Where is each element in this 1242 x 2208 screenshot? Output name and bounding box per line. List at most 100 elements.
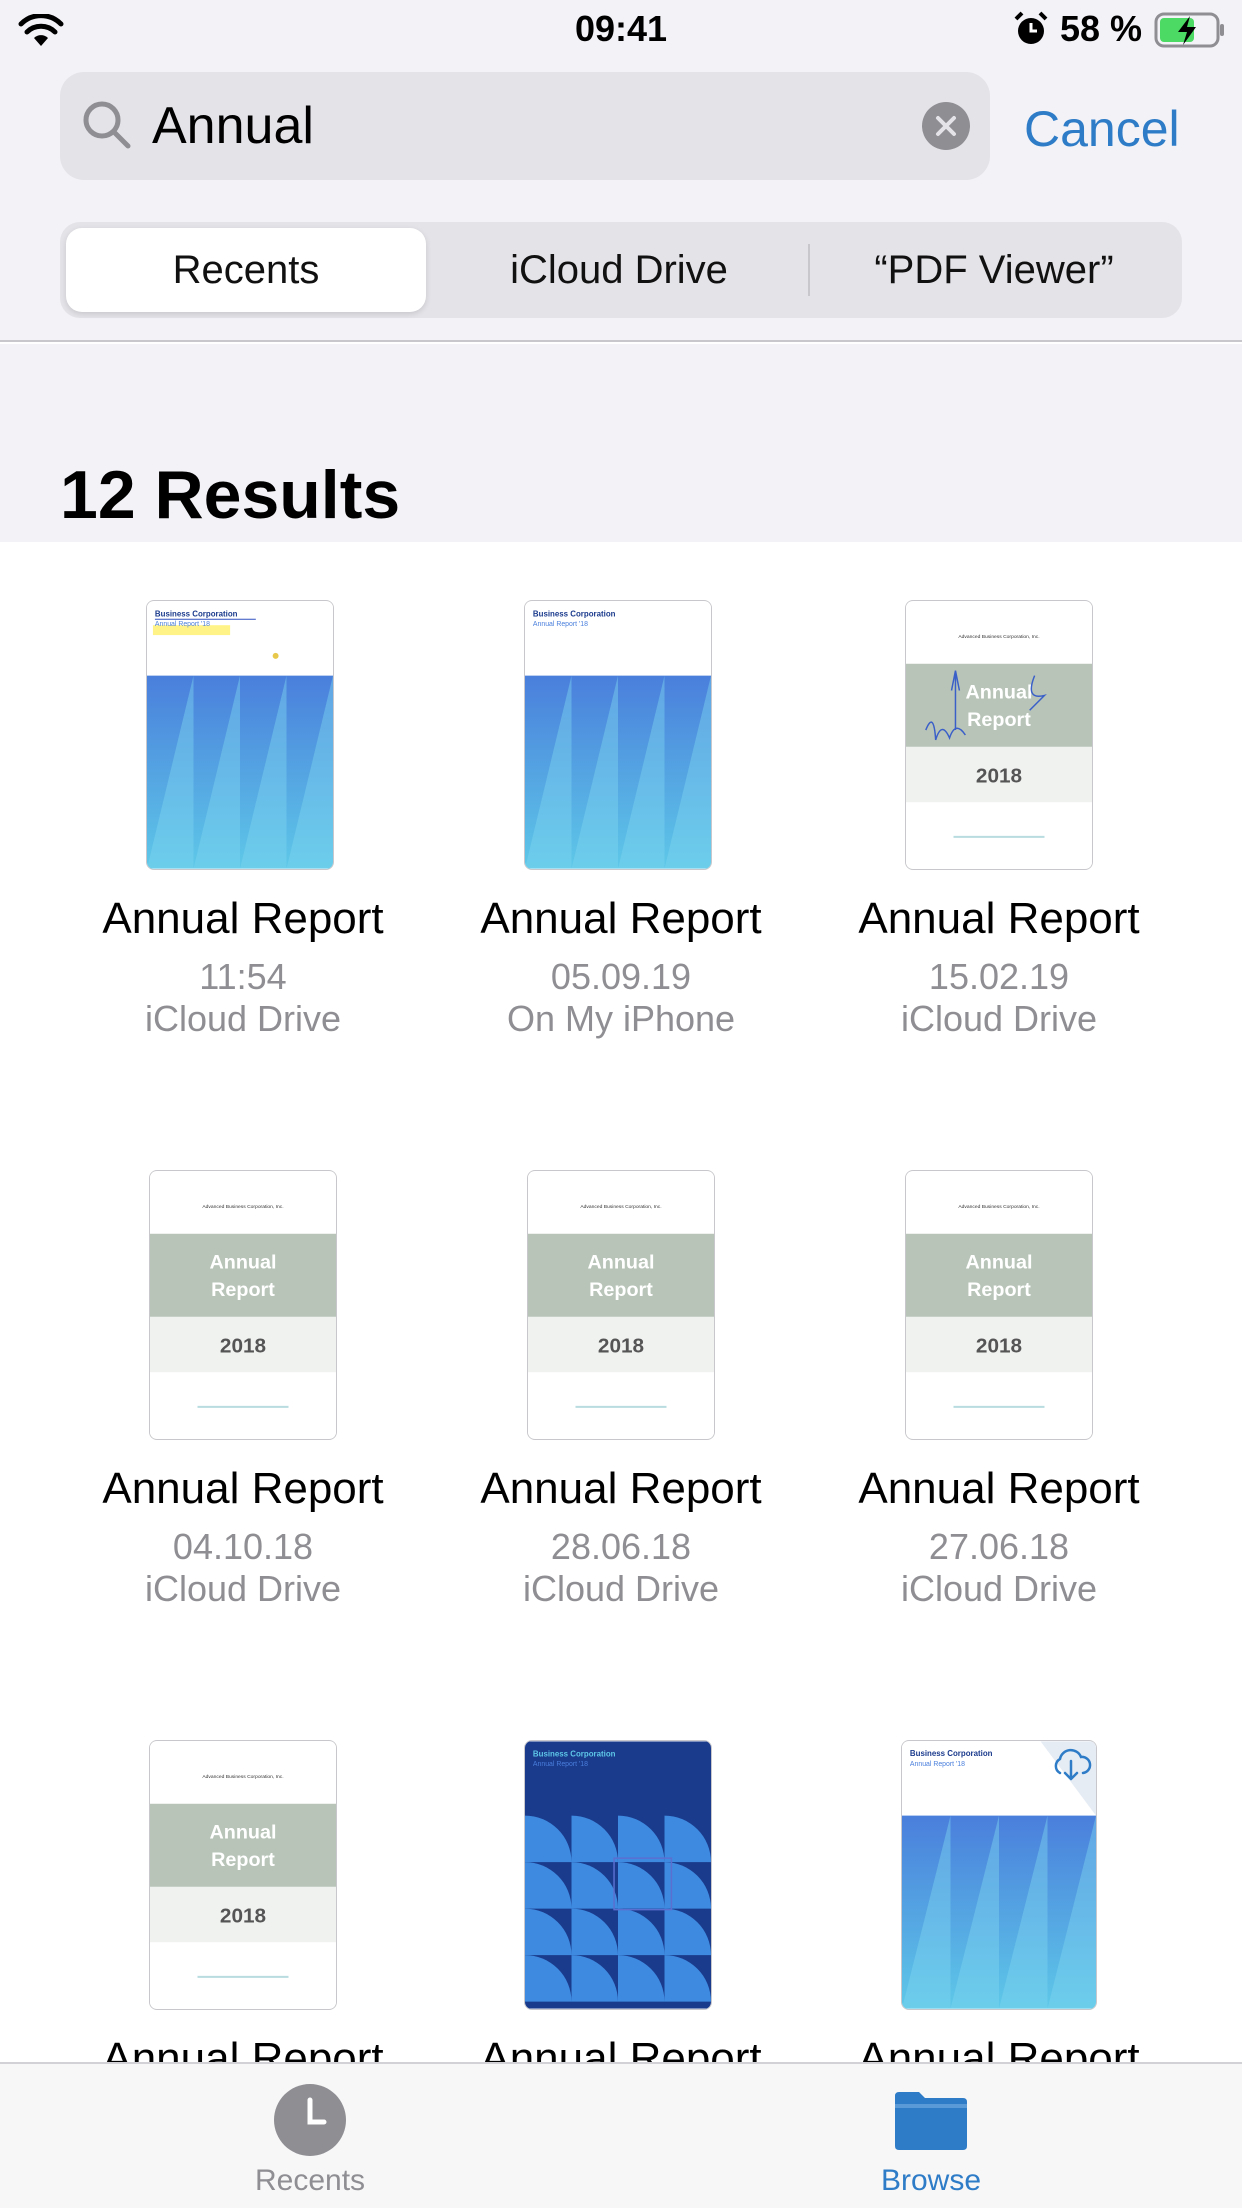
clear-search-button[interactable] (922, 102, 970, 150)
document-location: On My iPhone (506, 998, 736, 1039)
document-name: Annual Report (480, 1464, 762, 1513)
svg-text:2018: 2018 (220, 1904, 266, 1927)
blue-cover-thumbnail: Business Corporation Annual Report '18 (147, 601, 333, 869)
document-item[interactable]: Business Corporation Annual Report '18 A… (414, 1682, 828, 2062)
search-input[interactable]: Annual (152, 96, 314, 156)
tab-browse-label: Browse (880, 2164, 982, 2197)
svg-text:Annual: Annual (210, 1821, 277, 1843)
document-name: Annual Report (858, 2034, 1140, 2062)
document-item[interactable]: Advanced Business Corporation, Inc. Annu… (414, 1112, 828, 1682)
green-cover-thumbnail: Advanced Business Corporation, Inc. Annu… (528, 1171, 714, 1439)
svg-text:2018: 2018 (220, 1334, 266, 1357)
document-name: Annual Report (102, 2034, 384, 2062)
document-date: 05.09.19 (550, 956, 692, 997)
document-thumbnail: Advanced Business Corporation, Inc. Annu… (905, 1170, 1093, 1440)
svg-text:Advanced Business Corporation,: Advanced Business Corporation, Inc. (202, 1774, 283, 1780)
battery-percent: 58 % (1060, 8, 1143, 49)
document-date: 28.06.18 (550, 1526, 692, 1567)
svg-text:Business Corporation: Business Corporation (533, 609, 616, 618)
tab-recents-label: Recents (254, 2164, 366, 2197)
svg-text:2018: 2018 (598, 1334, 644, 1357)
scope-tab-icloud-drive[interactable]: iCloud Drive (432, 228, 806, 312)
green-cover-thumbnail: Advanced Business Corporation, Inc. Annu… (906, 1171, 1092, 1439)
document-thumbnail: Advanced Business Corporation, Inc. Annu… (149, 1740, 337, 2010)
scope-tab-pdf-viewer[interactable]: “PDF Viewer” (812, 228, 1176, 312)
svg-text:Business Corporation: Business Corporation (155, 609, 238, 618)
status-bar: 09:41 58 % (0, 0, 1242, 60)
svg-text:2018: 2018 (976, 764, 1022, 787)
tab-browse[interactable]: Browse (781, 2064, 1081, 2208)
svg-text:Annual Report '18: Annual Report '18 (155, 621, 210, 628)
document-location: iCloud Drive (900, 1568, 1098, 1609)
svg-text:Report: Report (967, 1279, 1031, 1301)
svg-text:Report: Report (211, 1849, 275, 1871)
search-field[interactable]: Annual (60, 72, 990, 180)
svg-text:Advanced Business Corporation,: Advanced Business Corporation, Inc. (580, 1204, 661, 1210)
svg-text:Business Corporation: Business Corporation (910, 1749, 993, 1758)
green-cover-thumbnail: Advanced Business Corporation, Inc. Annu… (150, 1171, 336, 1439)
results-count-heading: 12 Results (60, 457, 401, 533)
document-date: 11:54 (199, 956, 287, 997)
svg-text:Advanced Business Corporation,: Advanced Business Corporation, Inc. (958, 1204, 1039, 1210)
document-location: iCloud Drive (522, 1568, 720, 1609)
document-item[interactable]: Business Corporation Annual Report '18 A… (36, 542, 450, 1112)
document-item[interactable]: Advanced Business Corporation, Inc. Annu… (792, 1112, 1206, 1682)
battery-charging-icon (1154, 12, 1224, 48)
tab-bar: Recents Browse (0, 2062, 1242, 2208)
svg-text:Report: Report (967, 709, 1031, 731)
document-item[interactable]: Advanced Business Corporation, Inc. Annu… (792, 542, 1206, 1112)
document-name: Annual Report (858, 1464, 1140, 1513)
svg-text:Annual Report '18: Annual Report '18 (533, 1761, 588, 1768)
document-name: Annual Report (480, 894, 762, 943)
document-date: 04.10.18 (172, 1526, 314, 1567)
scope-divider (808, 244, 810, 296)
document-thumbnail: Advanced Business Corporation, Inc. Annu… (905, 600, 1093, 870)
document-thumbnail: Advanced Business Corporation, Inc. Annu… (527, 1170, 715, 1440)
results-header: 12 Results (0, 344, 1242, 542)
document-item[interactable]: Advanced Business Corporation, Inc. Annu… (36, 1112, 450, 1682)
svg-text:Report: Report (589, 1279, 653, 1301)
document-name: Annual Report (480, 2034, 762, 2062)
document-thumbnail: Advanced Business Corporation, Inc. Annu… (149, 1170, 337, 1440)
results-grid: Business Corporation Annual Report '18 A… (0, 542, 1242, 2062)
document-item[interactable]: Advanced Business Corporation, Inc. Annu… (36, 1682, 450, 2062)
cancel-button[interactable]: Cancel (1024, 100, 1180, 158)
svg-text:Advanced Business Corporation,: Advanced Business Corporation, Inc. (202, 1204, 283, 1210)
svg-text:Annual: Annual (966, 681, 1033, 703)
folder-icon (895, 2092, 967, 2150)
document-thumbnail: Business Corporation Annual Report '18 (901, 1740, 1097, 2010)
close-icon (936, 116, 956, 136)
document-date: 27.06.18 (928, 1526, 1070, 1567)
svg-text:Business Corporation: Business Corporation (533, 1749, 616, 1758)
document-name: Annual Report (102, 894, 384, 943)
document-location: iCloud Drive (900, 998, 1098, 1039)
tab-recents[interactable]: Recents (160, 2064, 460, 2208)
search-scope-control: Recents iCloud Drive “PDF Viewer” (60, 222, 1182, 318)
search-header: 09:41 58 % Annual Cancel Recents iCloud … (0, 0, 1242, 342)
search-icon (83, 101, 131, 149)
document-thumbnail: Business Corporation Annual Report '18 (146, 600, 334, 870)
green-cover-thumbnail: Advanced Business Corporation, Inc. Annu… (906, 601, 1092, 869)
alarm-icon (1014, 11, 1048, 44)
svg-text:2018: 2018 (976, 1334, 1022, 1357)
document-location: iCloud Drive (144, 998, 342, 1039)
document-date: 15.02.19 (928, 956, 1070, 997)
document-item[interactable]: Business Corporation Annual Report '18 A… (414, 542, 828, 1112)
scope-tab-recents[interactable]: Recents (66, 228, 426, 312)
document-location: iCloud Drive (144, 1568, 342, 1609)
document-thumbnail: Business Corporation Annual Report '18 (524, 600, 712, 870)
navy-pattern-cover-thumbnail: Business Corporation Annual Report '18 (525, 1741, 711, 2009)
svg-text:Annual: Annual (588, 1251, 655, 1273)
cloud-download-icon (1054, 1748, 1092, 1781)
document-item[interactable]: Business Corporation Annual Report '18 A… (792, 1682, 1206, 2062)
svg-text:Report: Report (211, 1279, 275, 1301)
document-name: Annual Report (102, 1464, 384, 1513)
svg-text:Annual: Annual (966, 1251, 1033, 1273)
svg-text:Annual Report '18: Annual Report '18 (533, 621, 588, 628)
green-cover-thumbnail: Advanced Business Corporation, Inc. Annu… (150, 1741, 336, 2009)
document-name: Annual Report (858, 894, 1140, 943)
status-time: 09:41 (574, 8, 668, 49)
document-thumbnail: Business Corporation Annual Report '18 (524, 1740, 712, 2010)
svg-text:Annual: Annual (210, 1251, 277, 1273)
svg-text:Advanced Business Corporation,: Advanced Business Corporation, Inc. (958, 634, 1039, 640)
